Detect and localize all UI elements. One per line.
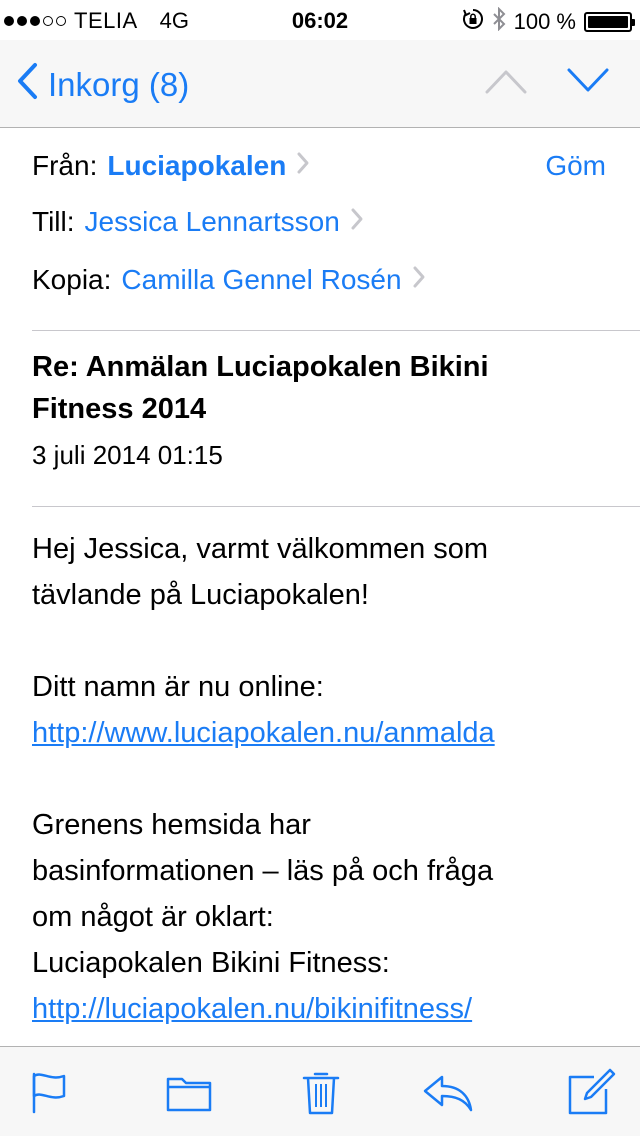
to-label: Till: (32, 206, 75, 237)
hide-details-button[interactable]: Göm (545, 150, 606, 182)
battery-fill (588, 16, 628, 28)
back-button[interactable]: Inkorg (8) (16, 62, 189, 108)
folder-icon[interactable] (164, 1067, 214, 1117)
rotation-lock-icon (462, 8, 484, 36)
bottom-toolbar (0, 1046, 640, 1136)
email-body: Hej Jessica, varmt välkommen som tävland… (32, 526, 622, 1032)
status-bar: TELIA 4G 06:02 100 % (0, 0, 640, 40)
body-text: Luciapokalen Bikini Fitness: (32, 947, 390, 979)
email-subject: Re: Anmälan Luciapokalen Bikini Fitness … (32, 346, 592, 430)
reply-icon[interactable] (420, 1067, 473, 1117)
body-text: basinformationen – läs på och fråga (32, 855, 494, 887)
from-row[interactable]: Från: Luciapokalen (32, 150, 310, 182)
trash-icon[interactable] (296, 1067, 346, 1117)
compose-icon[interactable] (566, 1067, 616, 1117)
chevron-right-icon (412, 264, 426, 296)
from-label: Från: (32, 150, 98, 181)
subject-line: Re: Anmälan Luciapokalen Bikini (32, 351, 489, 383)
back-label: Inkorg (8) (48, 66, 190, 103)
bluetooth-icon (492, 6, 506, 37)
navigation-bar: Inkorg (8) (0, 40, 640, 128)
email-date: 3 juli 2014 01:15 (32, 440, 223, 470)
back-chevron-icon (16, 62, 38, 108)
body-text: tävlande på Luciapokalen! (32, 579, 369, 611)
cc-row[interactable]: Kopia: Camilla Gennel Rosén (32, 264, 426, 296)
to-recipient[interactable]: Jessica Lennartsson (85, 206, 340, 238)
cc-recipient[interactable]: Camilla Gennel Rosén (121, 264, 401, 296)
from-sender[interactable]: Luciapokalen (107, 150, 286, 182)
previous-message-icon[interactable] (484, 66, 528, 101)
battery-percent: 100 % (513, 9, 576, 34)
bikini-fitness-link[interactable]: http://luciapokalen.nu/bikinifitness/ (32, 993, 472, 1025)
flag-icon[interactable] (26, 1067, 76, 1117)
chevron-right-icon (296, 150, 310, 182)
cc-label: Kopia: (32, 264, 112, 295)
body-text: Grenens hemsida har (32, 809, 311, 841)
message-navigation (484, 66, 610, 101)
subject-divider (32, 506, 640, 507)
body-text: Hej Jessica, varmt välkommen som (32, 533, 489, 565)
next-message-icon[interactable] (566, 66, 610, 101)
header-divider (32, 330, 640, 331)
to-row[interactable]: Till: Jessica Lennartsson (32, 206, 364, 238)
body-text: om något är oklart: (32, 901, 274, 933)
chevron-right-icon (350, 206, 364, 238)
subject-line: Fitness 2014 (32, 393, 207, 425)
body-text: Ditt namn är nu online: (32, 671, 324, 703)
battery-icon (584, 12, 635, 32)
status-right: 100 % (462, 6, 635, 37)
registered-list-link[interactable]: http://www.luciapokalen.nu/anmalda (32, 717, 495, 749)
